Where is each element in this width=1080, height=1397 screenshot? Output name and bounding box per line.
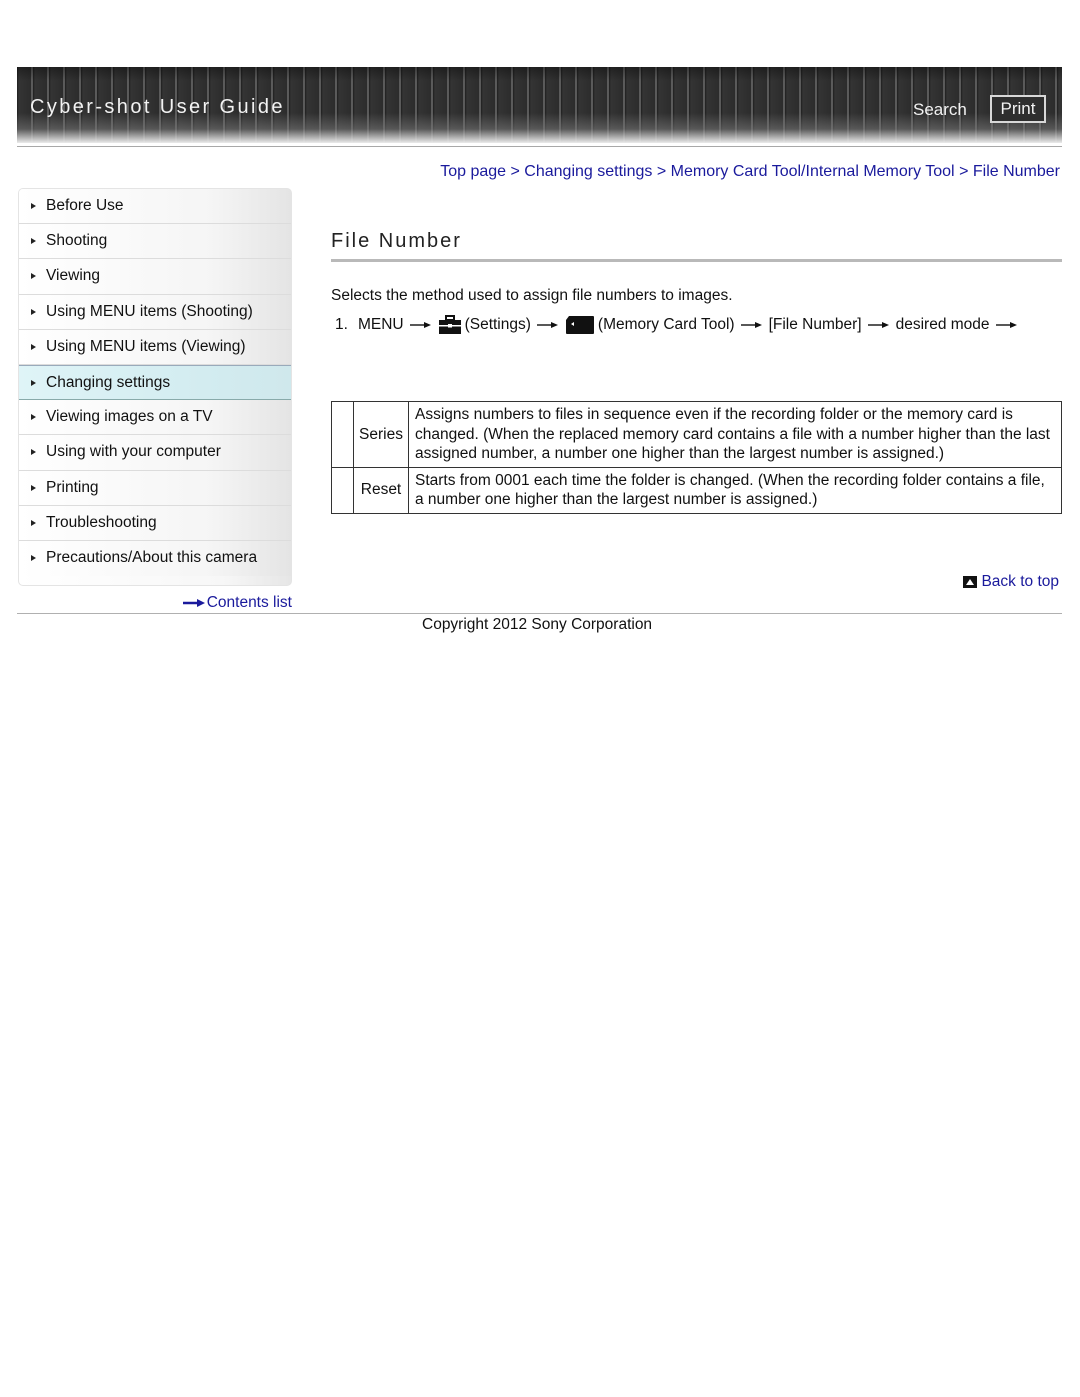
contents-list-link[interactable]: Contents list bbox=[182, 594, 292, 612]
step-memory-card-tool: (Memory Card Tool) bbox=[597, 316, 735, 333]
triangle-right-icon bbox=[31, 555, 36, 562]
step-desired-mode: desired mode bbox=[895, 316, 990, 333]
breadcrumb: Top page > Changing settings > Memory Ca… bbox=[440, 163, 1060, 181]
mode-description: Starts from 0001 each time the folder is… bbox=[408, 466, 1062, 514]
sidebar-item-label: Precautions/About this camera bbox=[46, 549, 258, 567]
mode-icon-cell bbox=[331, 401, 354, 468]
triangle-right-icon bbox=[31, 308, 36, 315]
triangle-right-icon bbox=[31, 519, 36, 526]
sidebar-item-label: Using with your computer bbox=[46, 443, 221, 461]
arrow-right-icon bbox=[995, 322, 1017, 328]
footer-divider bbox=[17, 613, 1062, 614]
sidebar-item-troubleshooting[interactable]: Troubleshooting bbox=[19, 505, 291, 541]
sidebar-item-menu-shooting[interactable]: Using MENU items (Shooting) bbox=[19, 294, 291, 330]
arrow-right-icon bbox=[536, 322, 558, 328]
sidebar-item-label: Viewing images on a TV bbox=[46, 408, 213, 426]
arrow-right-icon bbox=[409, 322, 431, 328]
sidebar-item-label: Viewing bbox=[46, 267, 101, 285]
sidebar-item-label: Using MENU items (Shooting) bbox=[46, 302, 253, 320]
triangle-right-icon bbox=[31, 238, 36, 245]
mode-table: Series Assigns numbers to files in seque… bbox=[331, 401, 1062, 514]
triangle-right-icon bbox=[31, 343, 36, 350]
procedure-step: 1. MENU (Settings) (Memory Card Tool) [F… bbox=[335, 315, 1024, 335]
sidebar-item-viewing-tv[interactable]: Viewing images on a TV bbox=[19, 400, 291, 436]
print-button[interactable]: Print bbox=[990, 95, 1046, 123]
breadcrumb-file-number[interactable]: File Number bbox=[973, 163, 1060, 180]
sidebar-item-computer[interactable]: Using with your computer bbox=[19, 435, 291, 471]
sidebar-nav: Before Use Shooting Viewing Using MENU i… bbox=[18, 188, 292, 586]
search-link[interactable]: Search bbox=[913, 100, 967, 120]
table-row: Reset Starts from 0001 each time the fol… bbox=[331, 466, 1062, 514]
copyright-text: Copyright 2012 Sony Corporation bbox=[422, 616, 653, 633]
sidebar-item-label: Before Use bbox=[46, 197, 124, 215]
sidebar-item-viewing[interactable]: Viewing bbox=[19, 259, 291, 295]
contents-list-label: Contents list bbox=[206, 594, 292, 611]
step-menu: MENU bbox=[357, 316, 404, 333]
mode-description: Assigns numbers to files in sequence eve… bbox=[408, 401, 1062, 468]
mode-name: Series bbox=[353, 401, 409, 468]
triangle-right-icon bbox=[31, 414, 36, 421]
back-to-top-link[interactable]: Back to top bbox=[963, 573, 1059, 591]
breadcrumb-separator: > bbox=[656, 163, 671, 180]
breadcrumb-separator: > bbox=[510, 163, 525, 180]
mode-icon-cell bbox=[331, 466, 354, 514]
triangle-right-icon bbox=[31, 449, 36, 456]
triangle-right-icon bbox=[31, 484, 36, 491]
back-to-top-label: Back to top bbox=[981, 573, 1059, 590]
step-number: 1. bbox=[335, 316, 348, 333]
memory-card-icon bbox=[565, 316, 594, 334]
intro-text: Selects the method used to assign file n… bbox=[331, 287, 733, 304]
sidebar-item-before-use[interactable]: Before Use bbox=[19, 189, 291, 225]
sidebar-item-label: Troubleshooting bbox=[46, 513, 157, 531]
triangle-right-icon bbox=[31, 379, 36, 386]
page-title: File Number bbox=[331, 230, 462, 252]
arrow-right-icon bbox=[867, 322, 889, 328]
step-settings: (Settings) bbox=[464, 316, 531, 333]
sidebar-item-changing-settings[interactable]: Changing settings bbox=[19, 364, 291, 401]
arrow-right-icon bbox=[740, 322, 762, 328]
table-row: Series Assigns numbers to files in seque… bbox=[331, 401, 1062, 468]
header-divider bbox=[17, 146, 1062, 147]
breadcrumb-separator: > bbox=[959, 163, 973, 180]
sidebar-item-printing[interactable]: Printing bbox=[19, 470, 291, 506]
title-divider bbox=[331, 259, 1062, 262]
arrow-right-icon bbox=[182, 599, 205, 607]
breadcrumb-memory-card-tool[interactable]: Memory Card Tool/Internal Memory Tool bbox=[671, 163, 955, 180]
triangle-right-icon bbox=[31, 203, 36, 210]
breadcrumb-top-page[interactable]: Top page bbox=[440, 163, 506, 180]
breadcrumb-changing-settings[interactable]: Changing settings bbox=[524, 163, 652, 180]
sidebar-item-menu-viewing[interactable]: Using MENU items (Viewing) bbox=[19, 329, 291, 365]
triangle-right-icon bbox=[31, 273, 36, 280]
header-banner: Cyber-shot User Guide Search Print bbox=[17, 67, 1062, 143]
sidebar-item-label: Using MENU items (Viewing) bbox=[46, 337, 246, 355]
settings-toolbox-icon bbox=[438, 315, 461, 334]
sidebar-item-precautions[interactable]: Precautions/About this camera bbox=[19, 540, 291, 577]
sidebar-item-label: Shooting bbox=[46, 232, 108, 250]
mode-name: Reset bbox=[353, 466, 409, 514]
sidebar-item-label: Printing bbox=[46, 478, 99, 496]
sidebar-item-shooting[interactable]: Shooting bbox=[19, 224, 291, 260]
print-button-label: Print bbox=[1000, 99, 1036, 118]
sidebar-item-label: Changing settings bbox=[46, 373, 171, 391]
guide-title: Cyber-shot User Guide bbox=[30, 96, 285, 118]
up-triangle-box-icon bbox=[963, 576, 978, 588]
step-file-number: [File Number] bbox=[768, 316, 862, 333]
